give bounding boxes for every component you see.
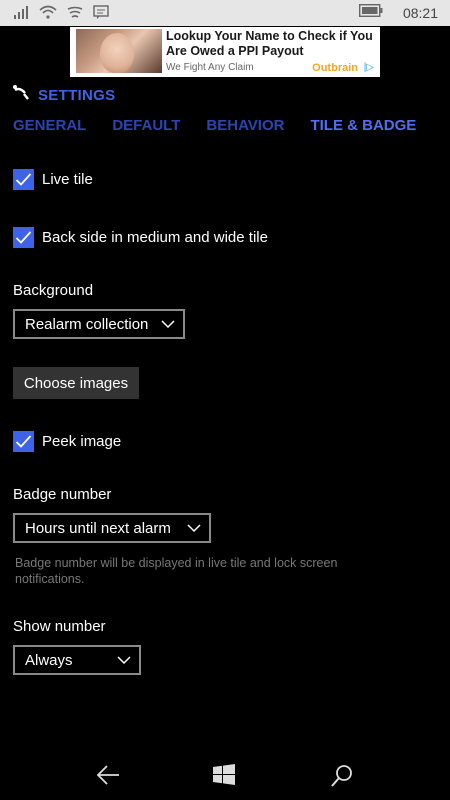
show-number-dropdown[interactable]: Always xyxy=(13,645,141,675)
badge-number-dropdown[interactable]: Hours until next alarm xyxy=(13,513,211,543)
show-number-label: Show number xyxy=(13,618,106,635)
badge-number-label: Badge number xyxy=(13,486,112,503)
ad-headline[interactable]: Lookup Your Name to Check if You Are Owe… xyxy=(166,29,376,59)
ad-image[interactable] xyxy=(76,29,162,73)
live-tile-checkbox-row[interactable]: Live tile xyxy=(13,169,93,190)
ad-sponsor: We Fight Any Claim xyxy=(166,62,254,73)
back-side-checkbox-row[interactable]: Back side in medium and wide tile xyxy=(13,227,268,248)
background-dropdown[interactable]: Realarm collection xyxy=(13,309,185,339)
badge-number-dropdown-value: Hours until next alarm xyxy=(25,519,171,537)
peek-image-checkbox[interactable] xyxy=(13,431,34,452)
status-time: 08:21 xyxy=(402,5,438,21)
live-tile-checkbox[interactable] xyxy=(13,169,34,190)
tab-tile-and-badge[interactable]: TILE & BADGE xyxy=(310,117,416,134)
back-side-checkbox[interactable] xyxy=(13,227,34,248)
battery-icon xyxy=(358,3,383,22)
tab-behavior[interactable]: BEHAVIOR xyxy=(206,117,284,134)
message-icon xyxy=(93,5,109,19)
alarm-bell-icon xyxy=(12,84,32,107)
chevron-down-icon xyxy=(187,524,201,533)
ad-brand-logo[interactable]: Outbrain xyxy=(312,62,358,74)
search-icon[interactable] xyxy=(330,764,354,793)
show-number-dropdown-value: Always xyxy=(25,651,73,669)
wifi-alt-icon xyxy=(66,5,84,19)
choose-images-button[interactable]: Choose images xyxy=(13,367,139,399)
page-header: SETTINGS xyxy=(12,84,115,107)
badge-number-help-text: Badge number will be displayed in live t… xyxy=(15,556,338,586)
chevron-down-icon xyxy=(161,320,175,329)
peek-image-checkbox-row[interactable]: Peek image xyxy=(13,431,121,452)
checkmark-icon xyxy=(15,231,32,244)
status-bar: 08:21 xyxy=(0,0,450,26)
tab-bar: GENERAL DEFAULT BEHAVIOR TILE & BADGE xyxy=(13,117,442,134)
tab-general[interactable]: GENERAL xyxy=(13,117,86,134)
windows-start-icon[interactable] xyxy=(213,764,235,791)
background-label: Background xyxy=(13,282,94,299)
peek-image-label: Peek image xyxy=(42,433,122,450)
background-dropdown-value: Realarm collection xyxy=(25,315,149,333)
ad-banner[interactable]: Lookup Your Name to Check if You Are Owe… xyxy=(70,27,380,77)
tab-default[interactable]: DEFAULT xyxy=(112,117,180,134)
wifi-icon xyxy=(39,5,57,19)
back-side-label: Back side in medium and wide tile xyxy=(42,229,268,246)
page-title: SETTINGS xyxy=(38,87,116,104)
ad-choices-icon[interactable]: |▷ xyxy=(364,62,374,73)
checkmark-icon xyxy=(15,435,32,448)
signal-icon xyxy=(14,5,30,19)
navigation-bar xyxy=(0,750,450,800)
live-tile-label: Live tile xyxy=(42,171,93,188)
back-arrow-icon[interactable] xyxy=(96,764,120,791)
chevron-down-icon xyxy=(117,656,131,665)
checkmark-icon xyxy=(15,173,32,186)
